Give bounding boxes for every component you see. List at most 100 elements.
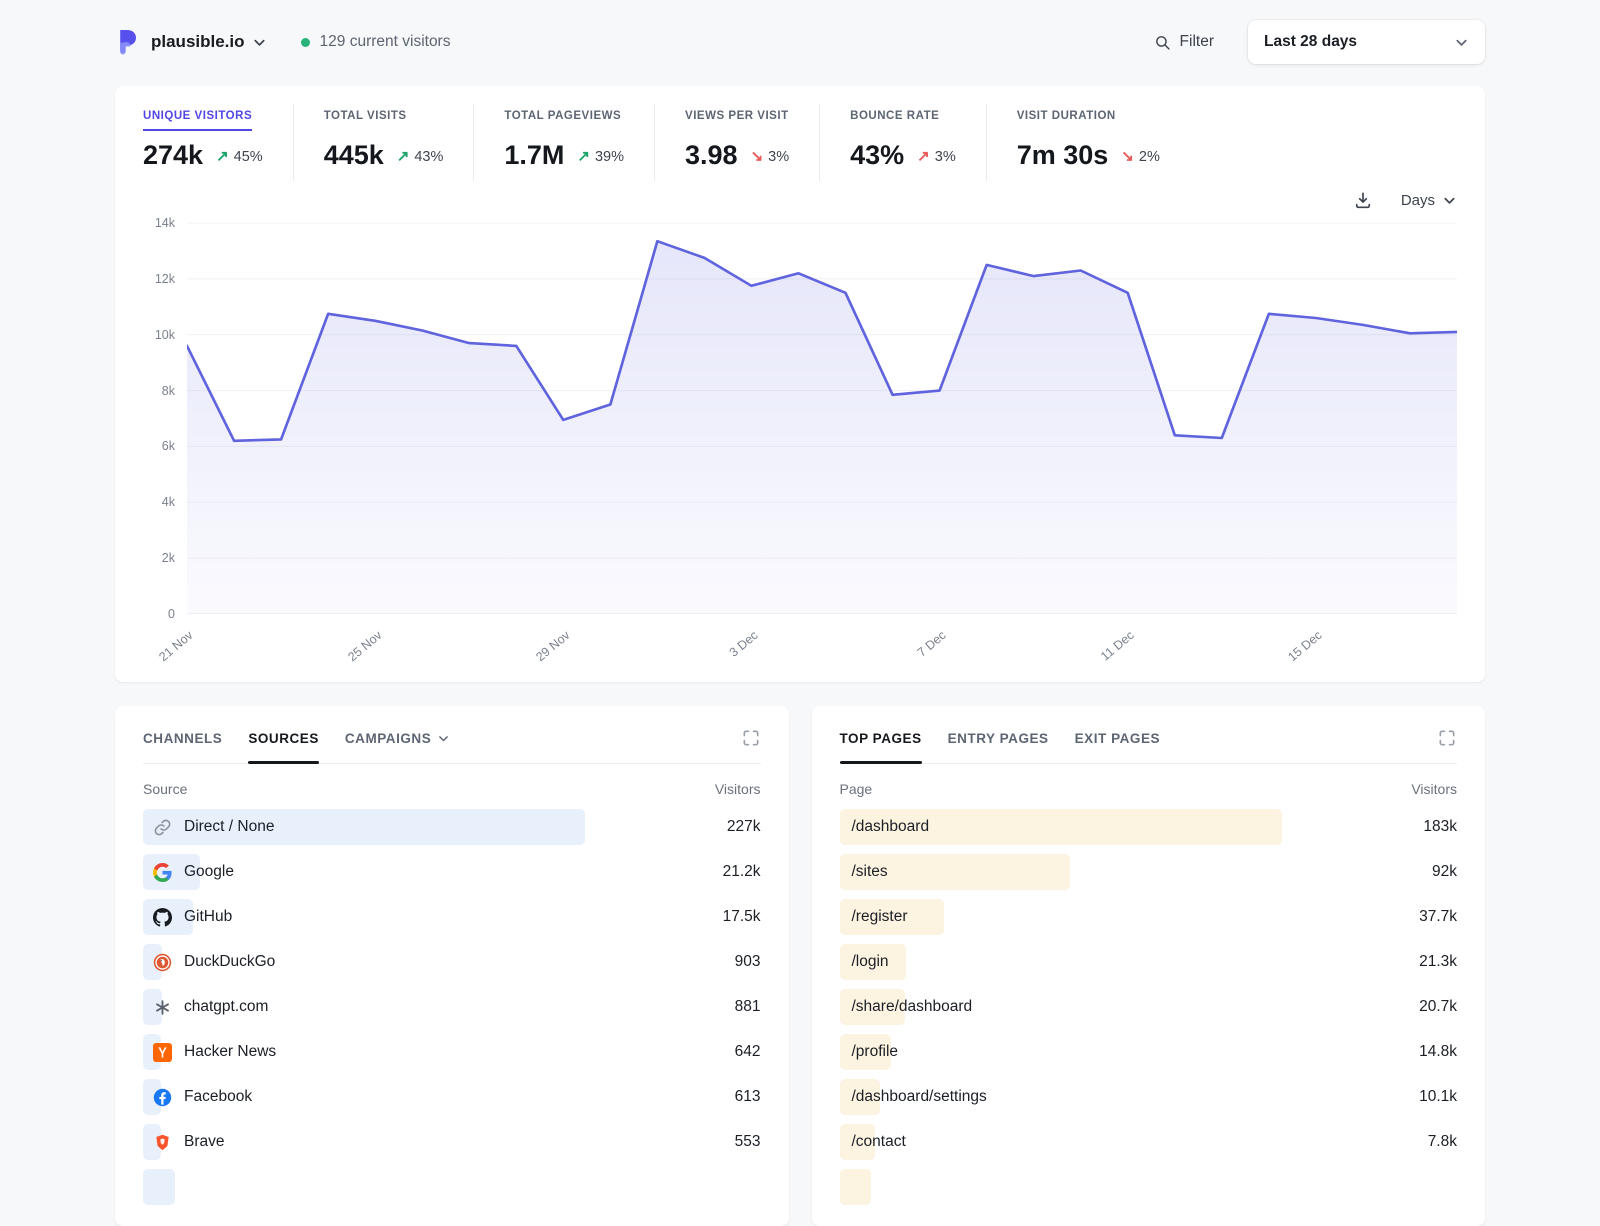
- page-row[interactable]: /contact7.8k: [840, 1124, 1458, 1160]
- source-row[interactable]: Hacker News642: [143, 1034, 761, 1070]
- source-row[interactable]: Facebook613: [143, 1079, 761, 1115]
- page-row[interactable]: /sites92k: [840, 854, 1458, 890]
- facebook-icon: [153, 1088, 172, 1107]
- x-axis-tick-label: 29 Nov: [533, 628, 572, 664]
- date-range-picker[interactable]: Last 28 days: [1248, 20, 1485, 64]
- chevron-down-icon: [252, 35, 267, 50]
- page-row-visitors: 10.1k: [1371, 1088, 1457, 1106]
- source-row[interactable]: GitHub17.5k: [143, 899, 761, 935]
- row-label: /dashboard/settings: [840, 1079, 1372, 1115]
- row-bar-area: Brave: [143, 1124, 675, 1160]
- page-row[interactable]: /dashboard 183k: [840, 809, 1458, 845]
- sources-rows: Direct / None227k Google 21.2k GitHub17.5k D…: [143, 809, 761, 1205]
- y-axis-tick: 2k: [162, 551, 175, 565]
- metric-value-row: 274k↗45%: [143, 140, 263, 171]
- page-row[interactable]: /share/dashboard20.7k: [840, 989, 1458, 1025]
- metric-unique-visitors[interactable]: UNIQUE VISITORS 274k↗45%: [143, 104, 293, 181]
- page-row[interactable]: /profile 14.8k: [840, 1034, 1458, 1070]
- row-bar-area: GitHub: [143, 899, 675, 935]
- chevron-down-icon: [1442, 193, 1457, 208]
- row-bar-area: /sites: [840, 854, 1372, 890]
- tab-top-pages[interactable]: TOP PAGES: [840, 731, 922, 746]
- source-row-visitors: 553: [675, 1133, 761, 1151]
- metric-total-pageviews[interactable]: TOTAL PAGEVIEWS1.7M↗39%: [473, 104, 654, 181]
- metric-views-per-visit[interactable]: VIEWS PER VISIT3.98↘3%: [654, 104, 819, 181]
- metric-label: VISIT DURATION: [1017, 110, 1116, 131]
- source-row[interactable]: DuckDuckGo903: [143, 944, 761, 980]
- x-axis-tick-label: 21 Nov: [157, 628, 196, 664]
- metric-value: 1.7M: [504, 140, 564, 171]
- source-row[interactable]: Brave 553: [143, 1124, 761, 1160]
- row-label: Facebook: [143, 1079, 675, 1115]
- row-bar-area: Direct / None: [143, 809, 675, 845]
- plausible-logo-icon: [115, 29, 141, 55]
- tab-exit-pages[interactable]: EXIT PAGES: [1075, 731, 1160, 746]
- metric-change: ↗3%: [917, 147, 956, 165]
- y-axis-tick: 10k: [155, 328, 175, 342]
- metric-bounce-rate[interactable]: BOUNCE RATE43%↗3%: [819, 104, 986, 181]
- interval-dropdown[interactable]: Days: [1401, 192, 1457, 209]
- y-axis-tick: 8k: [162, 384, 175, 398]
- metric-total-visits[interactable]: TOTAL VISITS445k↗43%: [293, 104, 474, 181]
- current-visitors[interactable]: 129 current visitors: [301, 33, 451, 51]
- source-row-visitors: 21.2k: [675, 863, 761, 881]
- metric-change-pct: 43%: [414, 149, 443, 165]
- tab-sources[interactable]: SOURCES: [248, 731, 319, 746]
- source-row-name: Direct / None: [184, 818, 274, 836]
- expand-panel-icon[interactable]: [741, 728, 761, 748]
- source-row-name: Google: [184, 863, 234, 881]
- row-label: /register: [840, 899, 1372, 935]
- page-row-visitors: 183k: [1371, 818, 1457, 836]
- source-row[interactable]: Direct / None227k: [143, 809, 761, 845]
- arrow-down-icon: ↘: [751, 147, 764, 165]
- tab-campaigns[interactable]: CAMPAIGNS: [345, 731, 450, 746]
- page-row-name: /sites: [852, 863, 888, 881]
- site-switcher[interactable]: plausible.io: [115, 29, 267, 55]
- source-row-visitors: 613: [675, 1088, 761, 1106]
- page-row-name: /contact: [852, 1133, 906, 1151]
- source-row-visitors: 642: [675, 1043, 761, 1061]
- visitors-line-chart[interactable]: [187, 223, 1457, 614]
- page-row-name: /dashboard/settings: [852, 1088, 987, 1106]
- x-axis-tick-label: 3 Dec: [726, 628, 760, 660]
- metric-value: 43%: [850, 140, 904, 171]
- metric-value-row: 445k↗43%: [324, 140, 444, 171]
- row-label: chatgpt.com: [143, 989, 675, 1025]
- page-row-visitors: 14.8k: [1371, 1043, 1457, 1061]
- page-row-name: /dashboard: [852, 818, 930, 836]
- source-row[interactable]: Google 21.2k: [143, 854, 761, 890]
- page-row[interactable]: /dashboard/settings 10.1k: [840, 1079, 1458, 1115]
- expand-panel-icon[interactable]: [1437, 728, 1457, 748]
- source-row-visitors: 903: [675, 953, 761, 971]
- chart-controls: Days: [143, 183, 1457, 217]
- row-bar-area: /login: [840, 944, 1372, 980]
- tab-entry-pages[interactable]: ENTRY PAGES: [948, 731, 1049, 746]
- source-row-name: Brave: [184, 1133, 225, 1151]
- row-label: GitHub: [143, 899, 675, 935]
- plausible-dashboard: plausible.io 129 current visitors Filter…: [0, 20, 1600, 1226]
- metric-label: UNIQUE VISITORS: [143, 110, 252, 131]
- metric-visit-duration[interactable]: VISIT DURATION7m 30s↘2%: [986, 104, 1190, 181]
- download-icon[interactable]: [1353, 190, 1373, 210]
- y-axis-tick: 4k: [162, 495, 175, 509]
- page-row-visitors: 20.7k: [1371, 998, 1457, 1016]
- hackernews-icon: [153, 1043, 172, 1062]
- metric-value: 274k: [143, 140, 203, 171]
- page-row[interactable]: /login21.3k: [840, 944, 1458, 980]
- filter-button[interactable]: Filter: [1154, 33, 1214, 51]
- page-row-name: /profile: [852, 1043, 899, 1061]
- pages-rows: /dashboard 183k/sites92k/register37.7k/lo…: [840, 809, 1458, 1205]
- duckduckgo-icon: [153, 953, 172, 972]
- source-row[interactable]: chatgpt.com881: [143, 989, 761, 1025]
- tab-label: TOP PAGES: [840, 731, 922, 746]
- tab-label: ENTRY PAGES: [948, 731, 1049, 746]
- row-label: /login: [840, 944, 1372, 980]
- x-axis-tick-label: 25 Nov: [345, 628, 384, 664]
- y-axis-tick: 0: [168, 607, 175, 621]
- source-row-name: GitHub: [184, 908, 232, 926]
- tab-channels[interactable]: CHANNELS: [143, 731, 222, 746]
- page-row[interactable]: /register37.7k: [840, 899, 1458, 935]
- metric-value-row: 3.98↘3%: [685, 140, 789, 171]
- metric-value: 3.98: [685, 140, 738, 171]
- filter-label: Filter: [1180, 33, 1214, 51]
